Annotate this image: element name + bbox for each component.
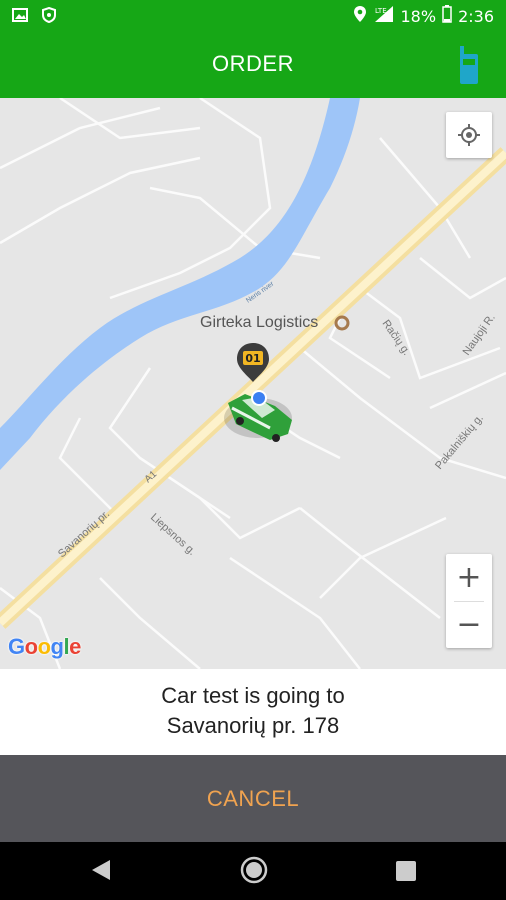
my-location-button[interactable]	[446, 112, 492, 158]
trip-status-text: Car test is going to	[161, 683, 345, 708]
signal-icon: LTE	[373, 5, 395, 27]
shield-icon	[42, 6, 56, 27]
battery-level: 18%	[400, 6, 437, 26]
back-button[interactable]	[90, 858, 112, 886]
google-logo: Google	[8, 634, 81, 659]
zoom-out-button[interactable]: −	[446, 601, 492, 648]
back-icon	[92, 860, 110, 880]
recents-button[interactable]	[395, 860, 417, 886]
poi-label[interactable]: Girteka Logistics	[200, 314, 318, 332]
svg-text:LTE: LTE	[375, 7, 387, 15]
battery-icon	[442, 5, 452, 27]
status-bar: LTE 18% 2:36	[0, 0, 506, 32]
map-canvas: Neris river Savanorių pr. A1 Liepsnos g.…	[0, 98, 506, 669]
cancel-button[interactable]: CANCEL	[0, 755, 506, 842]
map-view[interactable]: Neris river Savanorių pr. A1 Liepsnos g.…	[0, 98, 506, 669]
recents-icon	[396, 861, 416, 881]
divider	[454, 601, 484, 602]
destination-address: Savanorių pr. 178	[166, 713, 340, 738]
trip-status-panel: Car test is going to Savanorių pr. 178	[0, 669, 506, 755]
home-icon	[240, 856, 268, 884]
zoom-in-button[interactable]: +	[446, 554, 492, 601]
call-phone-button[interactable]	[454, 46, 484, 86]
gallery-icon	[12, 7, 28, 27]
phone-icon	[460, 46, 478, 84]
crosshair-icon	[458, 124, 480, 146]
zoom-controls: + −	[446, 554, 492, 648]
clock: 2:36	[458, 6, 494, 26]
page-title: ORDER	[212, 51, 294, 76]
system-nav-bar	[0, 842, 506, 900]
home-button[interactable]	[240, 856, 268, 888]
driver-badge-label: 01	[245, 352, 260, 365]
street-label: Liepsnos g.	[148, 511, 198, 558]
app-bar: ORDER	[0, 32, 506, 98]
location-icon	[353, 5, 367, 27]
